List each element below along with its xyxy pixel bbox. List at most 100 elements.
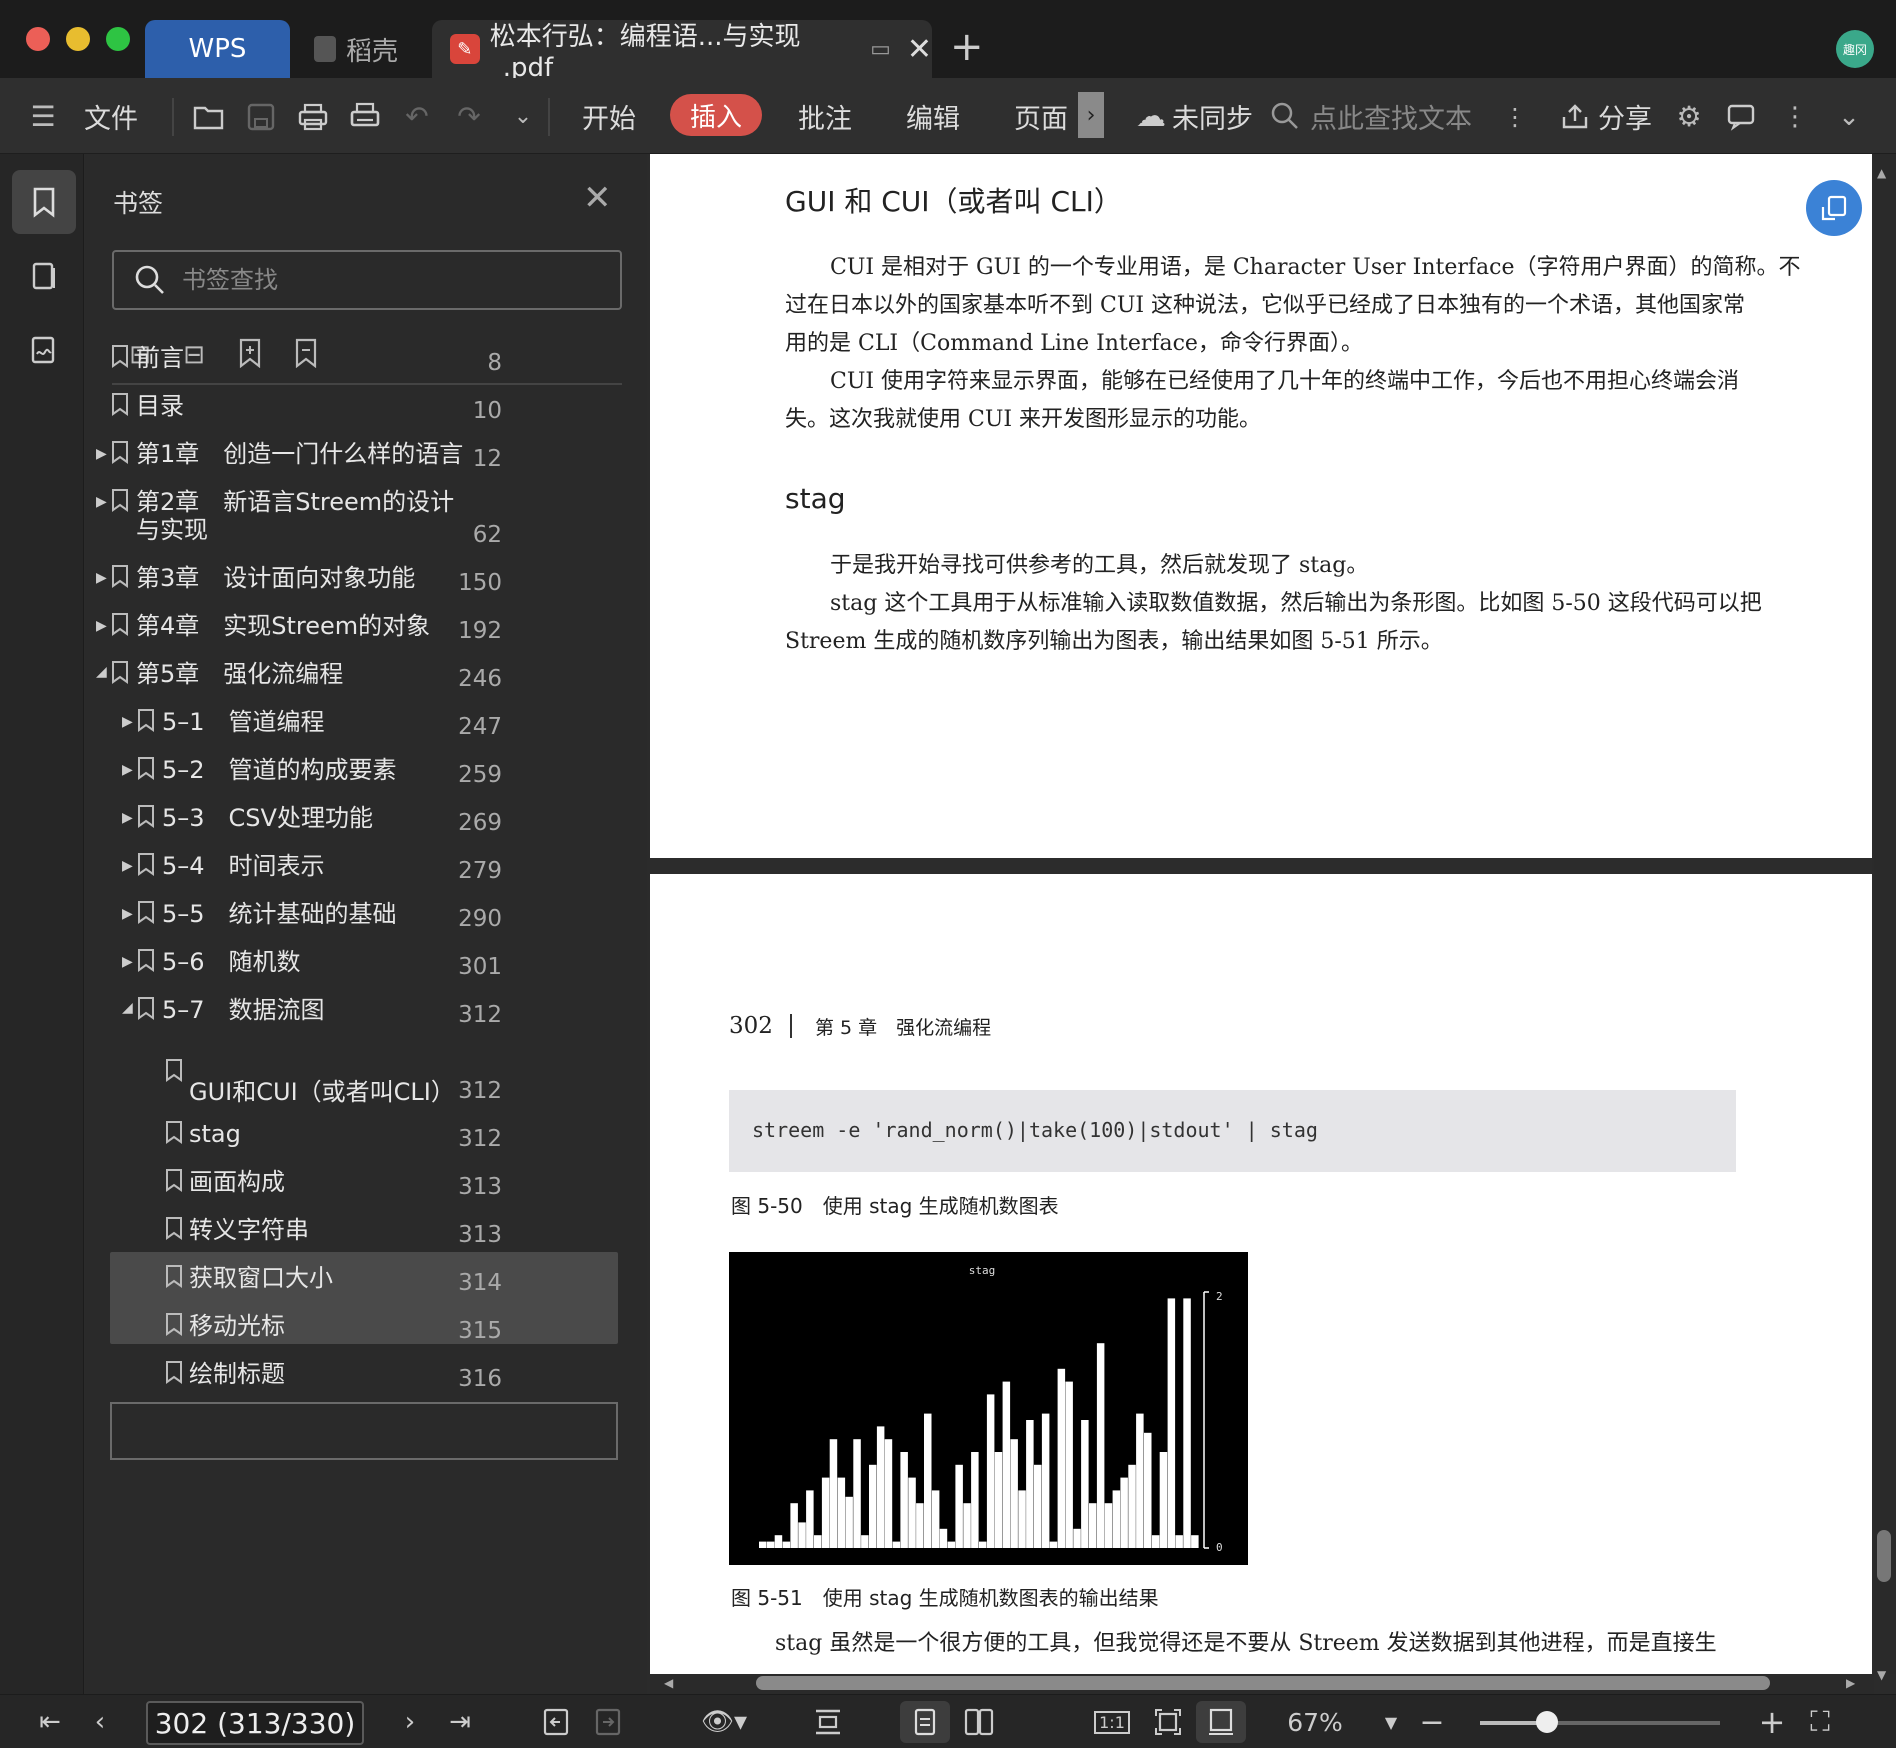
bookmarks-panel-icon[interactable]	[12, 170, 76, 234]
bookmark-item[interactable]: ▶ 5–3 CSV处理功能 269	[0, 802, 540, 842]
scroll-right-arrow-icon[interactable]: ▶	[1846, 1676, 1855, 1690]
next-page-icon[interactable]: ›	[392, 1701, 428, 1743]
monitor-icon[interactable]: ▭	[870, 37, 891, 62]
fit-page-icon[interactable]	[1146, 1701, 1190, 1743]
bookmark-item[interactable]: ▶ 第2章 新语言Streem的设计 与实现 62	[0, 486, 540, 548]
bookmark-item[interactable]: 绘制标题 316	[0, 1358, 540, 1398]
zoom-out-icon[interactable]: −	[1412, 1701, 1452, 1743]
avatar[interactable]: 趣冈	[1836, 30, 1874, 68]
print-icon[interactable]	[296, 100, 330, 134]
close-tab-icon[interactable]: ✕	[907, 32, 932, 67]
print-preview-icon[interactable]	[348, 100, 382, 134]
expand-arrow-icon[interactable]: ▶	[122, 762, 133, 778]
tab-pdf-document[interactable]: ✎ 松本行弘：编程语...与实现_.pdf ▭ ✕	[432, 20, 932, 83]
previous-page-icon[interactable]: ‹	[82, 1701, 118, 1743]
hamburger-menu-icon[interactable]: ☰	[26, 100, 60, 134]
document-vertical-scrollbar[interactable]	[1874, 154, 1896, 1674]
vertical-scroll-thumb[interactable]	[1877, 1530, 1891, 1582]
fullscreen-icon[interactable]: ⛶	[1800, 1701, 1840, 1743]
bookmark-item[interactable]: ▶ 5–4 时间表示 279	[0, 850, 540, 890]
bookmark-item[interactable]: ▶ 第4章 实现Streem的对象 192	[0, 610, 540, 650]
menu-start[interactable]: 开始	[582, 78, 636, 154]
zoom-in-icon[interactable]: +	[1752, 1701, 1792, 1743]
undo-icon[interactable]: ↶	[400, 100, 434, 134]
last-page-icon[interactable]: ⇥	[442, 1701, 478, 1743]
redo-icon[interactable]: ↷	[452, 100, 486, 134]
forward-view-icon[interactable]	[588, 1701, 628, 1743]
bookmark-item[interactable]: GUI和CUI（或者叫CLI） 312	[0, 1056, 540, 1106]
bookmark-item[interactable]: ◢ 5–7 数据流图 312	[0, 994, 540, 1034]
menu-annotate[interactable]: 批注	[798, 78, 852, 154]
open-folder-icon[interactable]	[192, 100, 226, 134]
more-menus-chevron-icon[interactable]: ›	[1078, 92, 1104, 138]
file-menu[interactable]: 文件	[84, 78, 138, 154]
actual-size-icon[interactable]: 1:1	[1090, 1701, 1134, 1743]
bookmark-item[interactable]: 转义字符串 313	[0, 1214, 540, 1254]
new-tab-button[interactable]: +	[950, 24, 984, 70]
scroll-left-arrow-icon[interactable]: ◀	[664, 1676, 673, 1690]
more-vertical-icon[interactable]: ⋮	[1498, 100, 1532, 134]
menu-page[interactable]: 页面	[1014, 78, 1068, 154]
continuous-scroll-icon[interactable]	[806, 1701, 850, 1743]
tab-daoke[interactable]: 稻壳	[300, 20, 430, 78]
expand-arrow-icon[interactable]: ▶	[122, 858, 133, 874]
bookmark-item[interactable]: 获取窗口大小 314	[0, 1262, 540, 1302]
zoom-dropdown-icon[interactable]: ▼	[1376, 1701, 1406, 1743]
save-icon[interactable]	[244, 100, 278, 134]
fit-width-icon[interactable]	[1196, 1701, 1246, 1743]
bookmark-item[interactable]: ▶ 5–2 管道的构成要素 259	[0, 754, 540, 794]
bookmark-item[interactable]: ▶ 5–1 管道编程 247	[0, 706, 540, 746]
convert-document-button[interactable]	[1806, 180, 1862, 236]
expand-arrow-icon[interactable]: ▶	[122, 954, 133, 970]
bookmark-item[interactable]: 目录 10	[0, 390, 540, 430]
zoom-slider-thumb[interactable]	[1536, 1711, 1559, 1733]
bookmark-item[interactable]: ▶ 第1章 创造一门什么样的语言 12	[0, 438, 540, 478]
minimize-window-button[interactable]	[66, 27, 90, 51]
expand-arrow-icon[interactable]: ▶	[96, 618, 107, 634]
settings-gear-icon[interactable]: ⚙	[1672, 100, 1706, 134]
quick-access-dropdown-icon[interactable]: ⌄	[506, 100, 540, 134]
menu-insert[interactable]: 插入	[670, 94, 762, 136]
eye-protection-icon[interactable]: 👁︎▾	[694, 1701, 754, 1743]
share-button[interactable]: 分享	[1560, 78, 1652, 154]
bookmark-item[interactable]: 移动光标 315	[0, 1310, 540, 1350]
back-view-icon[interactable]	[536, 1701, 576, 1743]
collapse-toolbar-chevron-icon[interactable]: ⌄	[1832, 100, 1866, 134]
scroll-up-arrow-icon[interactable]: ▲	[1877, 166, 1886, 180]
two-page-view-icon[interactable]	[954, 1701, 1004, 1743]
zoom-level[interactable]: 67%	[1250, 1701, 1380, 1743]
bookmark-item[interactable]: ◢ 第5章 强化流编程 246	[0, 658, 540, 698]
sync-status[interactable]: ☁ 未同步	[1136, 78, 1253, 154]
single-page-view-icon[interactable]	[900, 1701, 950, 1743]
menu-annotate-label: 批注	[798, 103, 852, 135]
expand-arrow-icon[interactable]: ▶	[122, 714, 133, 730]
find-text-search[interactable]: 点此查找文本	[1270, 78, 1472, 154]
bookmark-item[interactable]: ▶ 5–5 统计基础的基础 290	[0, 898, 540, 938]
tab-wps[interactable]: WPS	[145, 20, 290, 78]
bookmark-item[interactable]: 画面构成 313	[0, 1166, 540, 1206]
collapse-arrow-icon[interactable]: ◢	[96, 664, 107, 680]
more-options-icon[interactable]: ⋮	[1778, 100, 1812, 134]
close-panel-icon[interactable]: ✕	[583, 178, 612, 218]
close-window-button[interactable]	[26, 27, 50, 51]
bookmark-item[interactable]: ▶ 第3章 设计面向对象功能 150	[0, 562, 540, 602]
expand-arrow-icon[interactable]: ▶	[122, 906, 133, 922]
scroll-down-arrow-icon[interactable]: ▼	[1877, 1668, 1886, 1682]
expand-arrow-icon[interactable]: ▶	[96, 446, 107, 462]
bookmark-search-box[interactable]	[112, 250, 622, 310]
bookmark-item[interactable]: 前言 8	[0, 342, 540, 382]
expand-arrow-icon[interactable]: ▶	[122, 810, 133, 826]
zoom-window-button[interactable]	[106, 27, 130, 51]
bookmark-item[interactable]: stag 312	[0, 1118, 540, 1158]
expand-arrow-icon[interactable]: ▶	[96, 570, 107, 586]
expand-arrow-icon[interactable]: ▶	[96, 494, 107, 510]
horizontal-scroll-thumb[interactable]	[756, 1676, 1770, 1690]
collapse-arrow-icon[interactable]: ◢	[122, 1000, 133, 1016]
bookmark-search-input[interactable]	[182, 266, 582, 294]
bookmark-item[interactable]: ▶ 5–6 随机数 301	[0, 946, 540, 986]
menu-edit[interactable]: 编辑	[906, 78, 960, 154]
thumbnails-panel-icon[interactable]	[12, 244, 76, 308]
page-number-input[interactable]	[146, 1701, 364, 1745]
first-page-icon[interactable]: ⇤	[32, 1701, 68, 1743]
comment-icon[interactable]	[1724, 100, 1758, 134]
